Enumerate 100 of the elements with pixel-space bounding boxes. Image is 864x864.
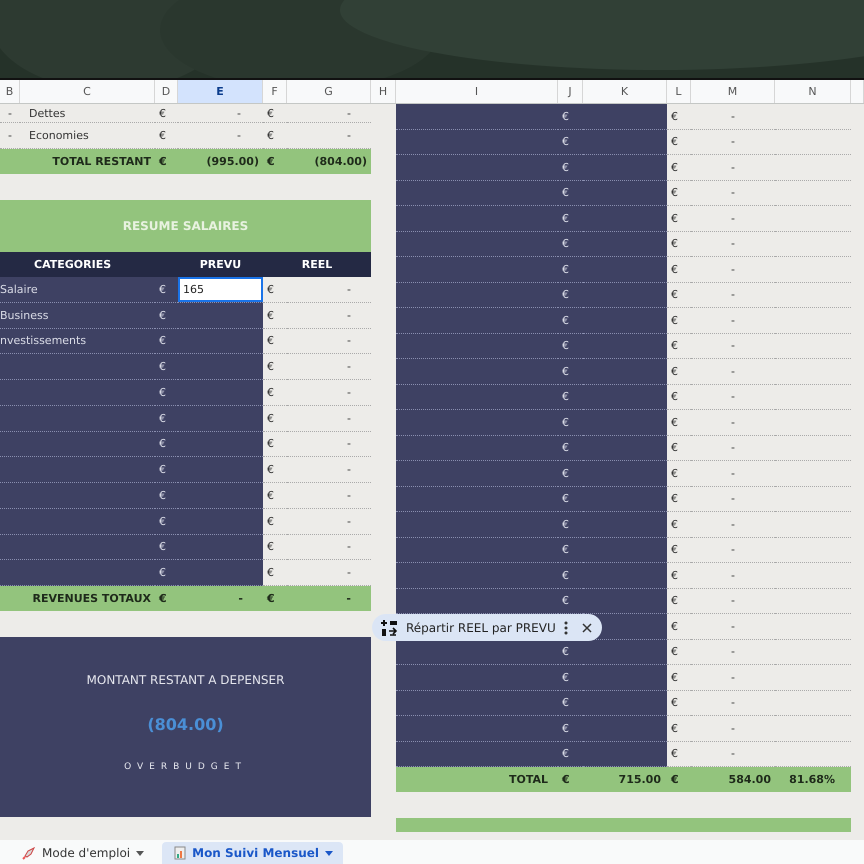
column-header[interactable]: I <box>396 80 558 103</box>
table-cell: € <box>667 206 691 232</box>
column-header[interactable]: E <box>178 80 263 103</box>
table-cell: - <box>691 384 775 410</box>
table-cell: € <box>667 716 691 742</box>
table-cell: € <box>558 563 583 588</box>
table-cell: - <box>287 380 371 406</box>
table-cell: (995.00) <box>178 149 263 174</box>
table-cell: € <box>263 432 287 458</box>
table-cell: € <box>667 690 691 716</box>
table-cell: € <box>667 410 691 436</box>
table-cell: - <box>287 508 371 534</box>
table-cell: € <box>558 410 583 436</box>
table-cell: € <box>263 302 287 328</box>
table-cell: € <box>667 232 691 257</box>
section-title: RESUME SALAIRES <box>0 200 371 252</box>
table-cell: - <box>287 277 371 303</box>
column-header: CATEGORIES <box>33 257 112 273</box>
table-cell: - <box>691 716 775 742</box>
input-field[interactable]: 165 <box>178 277 263 302</box>
remaining-amount: (804.00) <box>147 715 224 734</box>
table-cell: - <box>287 302 371 328</box>
table-cell: € <box>155 149 178 174</box>
table-cell: REVENUES TOTAUX <box>0 586 155 611</box>
table-cell: € <box>667 104 691 130</box>
table-cell: € <box>155 328 178 354</box>
table-cell: - <box>691 308 775 334</box>
table-cell: € <box>558 588 583 614</box>
column-header[interactable]: G <box>287 80 371 103</box>
table-cell: € <box>155 483 178 509</box>
column-header: REEL <box>300 257 334 273</box>
table-cell: € <box>558 640 583 665</box>
table-cell: € <box>667 665 691 690</box>
sheet-tab[interactable]: Mon Suivi Mensuel <box>162 842 344 864</box>
table-cell: - <box>287 406 371 432</box>
table-cell: € <box>558 104 583 130</box>
table-cell: € <box>558 665 583 690</box>
column-header[interactable]: H <box>371 80 396 103</box>
table-cell: € <box>667 180 691 206</box>
column-header[interactable]: M <box>691 80 775 103</box>
table-cell: - <box>691 461 775 486</box>
table-cell: € <box>155 354 178 380</box>
column-header[interactable]: L <box>667 80 691 103</box>
rocket-icon <box>22 846 36 860</box>
table-cell: - <box>691 282 775 308</box>
column-header[interactable]: B <box>0 80 20 103</box>
table-cell: € <box>558 716 583 742</box>
table-cell: - <box>287 354 371 380</box>
table-cell: 81.68% <box>775 767 851 792</box>
table-cell: - <box>691 104 775 130</box>
table-cell: TOTAL <box>396 767 558 792</box>
table-cell: - <box>691 538 775 563</box>
table-cell: € <box>667 461 691 486</box>
table-cell: - <box>287 483 371 509</box>
column-header[interactable]: N <box>775 80 851 103</box>
column-header[interactable]: J <box>558 80 583 103</box>
table-cell: € <box>558 384 583 410</box>
table-cell: - <box>691 232 775 257</box>
table-cell: - <box>691 334 775 359</box>
table-cell: € <box>667 614 691 640</box>
sheet-tab[interactable]: Mode d'emploi <box>18 842 154 864</box>
card-title: MONTANT RESTANT A DEPENSER <box>86 673 284 687</box>
table-cell: € <box>667 308 691 334</box>
table-cell: - <box>0 104 20 123</box>
table-cell: - <box>691 155 775 180</box>
table-cell: € <box>558 538 583 563</box>
table-cell: € <box>263 483 287 509</box>
table-cell: - <box>691 665 775 690</box>
table-cell: - <box>287 534 371 560</box>
caret-icon <box>325 850 334 856</box>
table-cell: € <box>155 406 178 432</box>
column-header[interactable]: C <box>20 80 155 103</box>
table-cell: - <box>691 690 775 716</box>
table-cell: € <box>155 277 178 303</box>
table-cell: € <box>667 359 691 384</box>
table-cell: (804.00) <box>287 149 371 174</box>
column-header: PREVU <box>198 257 242 273</box>
table-cell: € <box>263 586 287 611</box>
table-cell: € <box>667 588 691 614</box>
table-cell: - <box>287 457 371 483</box>
table-cell: € <box>155 534 178 560</box>
more-icon <box>564 620 568 634</box>
table-cell: - <box>287 104 371 123</box>
close-button[interactable] <box>582 622 592 632</box>
table-cell: € <box>558 232 583 257</box>
table-cell: € <box>263 406 287 432</box>
table-cell: € <box>155 508 178 534</box>
caret-icon <box>136 850 144 856</box>
more-button[interactable] <box>564 620 568 634</box>
table-cell: € <box>263 457 287 483</box>
distribute-icon <box>380 618 398 636</box>
table-cell: € <box>263 508 287 534</box>
column-header[interactable]: F <box>263 80 287 103</box>
table-cell: € <box>667 640 691 665</box>
column-header[interactable]: K <box>583 80 667 103</box>
table-cell: - <box>691 563 775 588</box>
table-cell: € <box>667 334 691 359</box>
table-cell: € <box>155 457 178 483</box>
table-cell: TOTAL RESTANT <box>0 149 155 174</box>
table-cell: € <box>263 328 287 354</box>
